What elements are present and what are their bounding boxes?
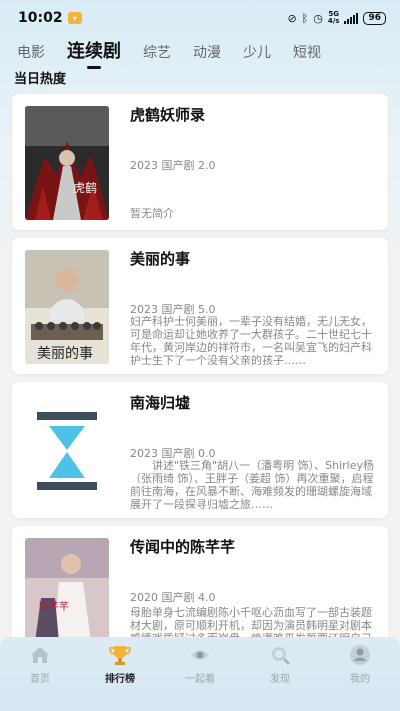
home-icon — [28, 643, 52, 667]
list-item[interactable]: 美丽的事 美丽的事 2023 国产剧 5.0 妇产科护士何美丽，一辈子没有结婚，… — [12, 238, 388, 374]
tab-anime[interactable]: 动漫 — [193, 42, 221, 66]
nav-profile[interactable]: 我的 — [330, 643, 390, 685]
nav-label: 发现 — [270, 674, 290, 685]
card-description: 暂无简介 — [130, 207, 174, 220]
list-item[interactable]: 南海归墟 2023 国产剧 0.0 讲述"铁三角"胡八一（潘粤明 饰）、Shir… — [12, 382, 388, 518]
section-title: 当日热度 — [14, 72, 67, 87]
nav-label: 首页 — [30, 674, 50, 685]
user-icon — [348, 643, 372, 667]
nav-label: 我的 — [350, 674, 370, 685]
trophy-icon — [108, 643, 132, 667]
bluetooth-icon: ᛒ — [301, 11, 309, 25]
status-icons: ⊘ ᛒ ◷ 5G 4/s 96 — [287, 11, 386, 25]
poster-image: 虎鹤 — [25, 106, 109, 220]
hourglass-icon — [25, 394, 109, 508]
card-description: 讲述"铁三角"胡八一（潘粤明 饰）、Shirley杨（张雨绮 饰）、王胖子（姜超… — [130, 459, 374, 509]
category-tabs: 电影 连续剧 综艺 动漫 少儿 短视 — [0, 36, 400, 69]
poster-image: 美丽的事 — [25, 250, 109, 364]
nav-home[interactable]: 首页 — [10, 643, 70, 685]
notification-app-icon: ▾ — [67, 12, 82, 24]
nav-label: 一起看 — [185, 674, 215, 685]
net-speed-value: 4/s — [327, 17, 340, 25]
tab-short-video[interactable]: 短视 — [293, 42, 321, 66]
ranking-list: 虎鹤 虎鹤妖师录 2023 国产剧 2.0 暂无简介 美丽的事 美丽的事 202… — [12, 94, 388, 646]
battery-icon: 96 — [363, 11, 386, 25]
card-meta: 2020 国产剧 4.0 — [130, 591, 216, 604]
poster-logo-text: 陈芊芊 — [39, 600, 69, 613]
nav-discover[interactable]: 发现 — [250, 643, 310, 685]
poster-image: 陈芊芊 — [25, 538, 109, 642]
alarm-icon: ◷ — [313, 11, 323, 25]
nav-ranking[interactable]: 排行榜 — [90, 643, 150, 685]
nav-label: 排行榜 — [105, 674, 135, 685]
poster-logo-text: 虎鹤 — [73, 180, 97, 195]
list-item[interactable]: 陈芊芊 传闻中的陈芊芊 2020 国产剧 4.0 母胎单身七流编剧陈小千呕心沥血… — [12, 526, 388, 646]
tab-movie[interactable]: 电影 — [17, 42, 45, 66]
tab-variety[interactable]: 综艺 — [143, 42, 171, 66]
eye-icon — [188, 643, 212, 667]
vibrate-icon: ⊘ — [287, 11, 297, 25]
list-item[interactable]: 虎鹤 虎鹤妖师录 2023 国产剧 2.0 暂无简介 — [12, 94, 388, 230]
tab-series[interactable]: 连续剧 — [67, 37, 121, 69]
card-meta: 2023 国产剧 2.0 — [130, 159, 216, 172]
tab-kids[interactable]: 少儿 — [243, 42, 271, 66]
card-title: 南海归墟 — [130, 394, 191, 412]
card-description: 妇产科护士何美丽，一辈子没有结婚，无儿无女，可是命运却让她收养了一大群孩子。二十… — [130, 315, 372, 365]
bottom-navigation: 首页 排行榜 一起看 发现 我的 — [0, 637, 400, 711]
card-title: 美丽的事 — [130, 250, 191, 268]
discover-icon — [268, 643, 292, 667]
signal-icon — [344, 12, 359, 24]
card-title: 传闻中的陈芊芊 — [130, 538, 236, 556]
nav-watch-together[interactable]: 一起看 — [170, 643, 230, 685]
card-title: 虎鹤妖师录 — [130, 106, 206, 124]
poster-logo-text: 美丽的事 — [37, 346, 93, 362]
net-speed: 5G 4/s — [328, 11, 340, 25]
status-bar: 10:02 ▾ ⊘ ᛒ ◷ 5G 4/s 96 — [0, 0, 400, 36]
status-time: 10:02 — [18, 10, 63, 26]
